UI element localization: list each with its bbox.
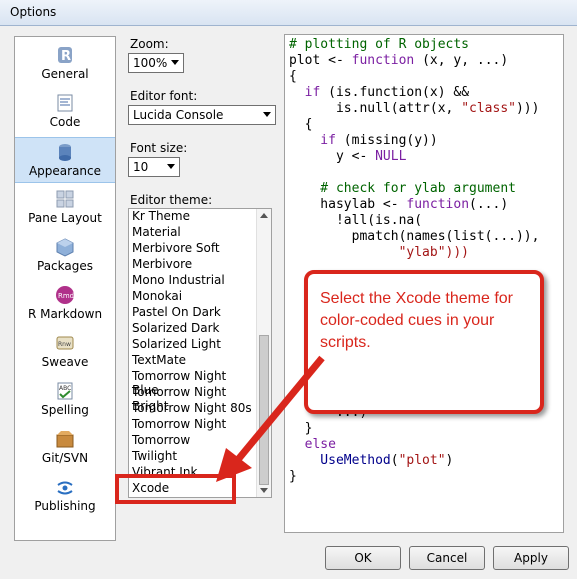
sidebar-item-publishing[interactable]: Publishing (15, 473, 115, 519)
cancel-button[interactable]: Cancel (409, 546, 485, 570)
publishing-icon (57, 481, 73, 495)
code-line: UseMethod("plot") (289, 453, 454, 468)
scroll-up-icon[interactable] (260, 213, 268, 218)
sidebar-item-spelling[interactable]: ABC Spelling (15, 377, 115, 423)
zoom-select[interactable]: 100% (128, 53, 184, 73)
apply-button[interactable]: Apply (493, 546, 569, 570)
list-item[interactable]: Solarized Dark (130, 321, 256, 337)
code-line: y <- NULL (289, 149, 407, 164)
annotation-text: Select the Xcode theme for color-coded c… (320, 290, 513, 351)
chevron-down-icon (263, 112, 271, 117)
sidebar-item-label: Publishing (34, 499, 96, 513)
list-item[interactable]: Merbivore Soft (130, 241, 256, 257)
code-line: "ylab"))) (289, 245, 470, 260)
editor-font-value: Lucida Console (133, 108, 224, 122)
sidebar-item-label: Packages (37, 259, 93, 273)
ok-button[interactable]: OK (325, 546, 401, 570)
chevron-down-icon (167, 164, 175, 169)
zoom-value: 100% (133, 56, 168, 70)
code-line: else (289, 437, 336, 452)
code-line: } (289, 421, 313, 436)
code-line: hasylab <- function(...) (289, 197, 509, 212)
list-item[interactable]: Monokai (130, 289, 256, 305)
list-item[interactable]: Solarized Light (130, 337, 256, 353)
list-item[interactable]: Kr Theme (130, 209, 256, 225)
scroll-down-icon[interactable] (260, 488, 268, 493)
window-title: Options (10, 5, 57, 19)
code-line: { (289, 117, 313, 132)
packages-icon (56, 238, 74, 257)
sidebar-item-label: Pane Layout (28, 211, 102, 225)
editor-theme-list[interactable]: Kr Theme Material Merbivore Soft Merbivo… (128, 208, 272, 498)
xcode-highlight-box (115, 474, 236, 504)
svg-text:R: R (61, 49, 71, 64)
options-sidebar: R General Code Appearance Pane Layout Pa… (14, 36, 116, 541)
code-line: !all(is.na( (289, 213, 423, 228)
list-item[interactable]: Pastel On Dark (130, 305, 256, 321)
editor-font-select[interactable]: Lucida Console (128, 105, 276, 125)
list-item[interactable]: Mono Industrial (130, 273, 256, 289)
code-line: pmatch(names(list(...)), (289, 229, 540, 244)
list-item[interactable]: Merbivore (130, 257, 256, 273)
sweave-icon: Rnw (56, 336, 74, 350)
title-bar: Options (0, 0, 577, 26)
sidebar-item-label: General (41, 67, 89, 81)
list-item[interactable]: Twilight (130, 449, 256, 465)
zoom-label: Zoom: (130, 37, 169, 51)
pane-layout-icon (56, 190, 74, 208)
sidebar-item-general[interactable]: R General (15, 41, 115, 87)
editor-theme-label: Editor theme: (130, 193, 213, 207)
list-item[interactable]: Material (130, 225, 256, 241)
sidebar-item-label: Code (49, 115, 81, 129)
code-line: { (289, 69, 297, 84)
git-icon (56, 431, 74, 448)
code-line: is.null(attr(x, "class"))) (289, 101, 540, 116)
code-line: # plotting of R objects (289, 37, 470, 52)
svg-text:Rmd: Rmd (58, 292, 74, 300)
code-line: if (missing(y)) (289, 133, 438, 148)
sidebar-item-appearance[interactable]: Appearance (15, 137, 115, 183)
code-line: plot <- function (x, y, ...) (289, 53, 509, 68)
sidebar-item-sweave[interactable]: Rnw Sweave (15, 329, 115, 375)
list-item[interactable]: Tomorrow Night (130, 417, 256, 433)
font-size-select[interactable]: 10 (128, 157, 180, 177)
spelling-icon: ABC (57, 382, 73, 400)
annotation-callout: Select the Xcode theme for color-coded c… (304, 270, 544, 414)
sidebar-item-label: Spelling (41, 403, 89, 417)
sidebar-item-label: Appearance (28, 164, 102, 178)
chevron-down-icon (171, 60, 179, 65)
list-item[interactable]: TextMate (130, 353, 256, 369)
font-size-value: 10 (133, 160, 149, 174)
sidebar-item-packages[interactable]: Packages (15, 233, 115, 279)
list-item[interactable]: Tomorrow Night Bright (130, 385, 256, 413)
sidebar-item-code[interactable]: Code (15, 89, 115, 135)
list-item[interactable]: Tomorrow (130, 433, 256, 449)
theme-list-scrollbar[interactable] (256, 209, 271, 497)
code-line: if (is.function(x) && (289, 85, 470, 100)
r-logo-icon: R (58, 47, 72, 64)
sidebar-item-r-markdown[interactable]: Rmd R Markdown (15, 281, 115, 327)
list-item[interactable]: Tomorrow Night 80s (130, 401, 256, 417)
appearance-icon (59, 144, 71, 161)
scrollbar-thumb[interactable] (259, 335, 269, 485)
editor-font-label: Editor font: (130, 89, 198, 103)
font-size-label: Font size: (130, 141, 188, 155)
code-line: } (289, 469, 297, 484)
sidebar-item-label: Git/SVN (41, 451, 89, 465)
sidebar-item-git-svn[interactable]: Git/SVN (15, 425, 115, 471)
rmd-icon: Rmd (56, 286, 74, 304)
list-item[interactable]: Tomorrow Night Blue (130, 369, 256, 397)
sidebar-item-pane-layout[interactable]: Pane Layout (15, 185, 115, 231)
sidebar-item-label: Sweave (41, 355, 89, 369)
code-icon (57, 94, 73, 112)
code-line: # check for ylab argument (289, 181, 516, 196)
sidebar-item-label: R Markdown (27, 307, 103, 321)
svg-text:Rnw: Rnw (58, 341, 71, 348)
